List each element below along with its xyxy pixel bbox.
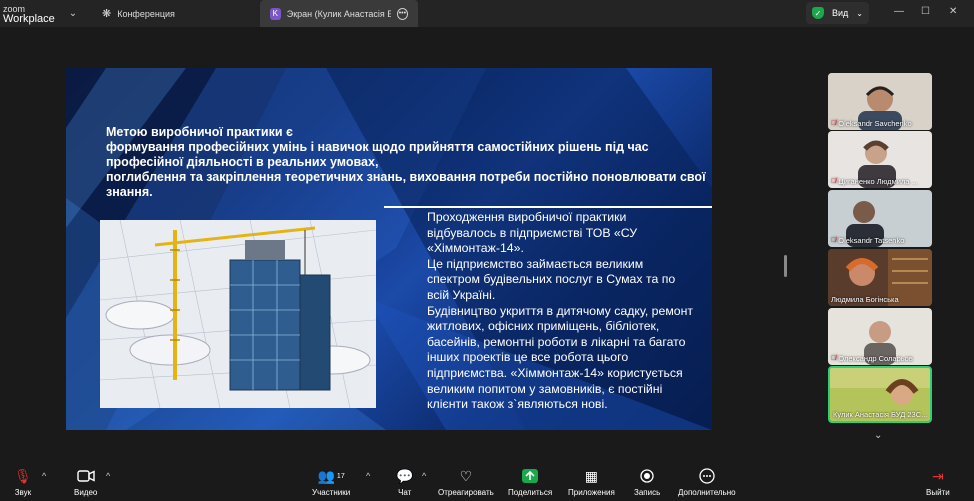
zoom-logo: zoom Workplace [3,3,55,25]
share-screen-icon [522,467,539,485]
participants-options-caret[interactable]: ^ [366,471,370,481]
record-icon [640,467,654,485]
react-button[interactable]: ♡ Отреагировать [438,467,494,498]
mic-muted-icon: 🎙̸ [831,120,837,127]
heart-icon: ♡ [459,467,473,484]
participants-count: 17 [336,472,345,480]
view-button[interactable]: ✓ Вид ⌄ [806,2,869,24]
apps-button[interactable]: ▦ Приложения [568,467,615,498]
slide-body-text: Проходження виробничої практики відбувал… [427,210,694,412]
chevron-down-icon[interactable]: ⌄ [874,430,882,441]
maximize-icon[interactable]: ☐ [921,6,930,17]
participants-icon: 👥 17 [317,467,345,484]
shared-screen: Метою виробничої практики є формування п… [0,27,786,463]
more-button[interactable]: Дополнительно [678,467,736,497]
leave-button[interactable]: ⇥ Выйти [926,467,950,498]
more-icon[interactable]: ••• [396,7,408,20]
tab-screen-share[interactable]: K Экран (Кулик Анастасія БУД 23С ••• [259,0,418,27]
record-button[interactable]: Запись [634,467,660,497]
shield-icon: ✓ [812,7,824,19]
user-initial-badge: K [269,7,281,20]
chevron-down-icon: ⌄ [856,8,863,18]
video-options-caret[interactable]: ^ [106,471,110,481]
audio-options-caret[interactable]: ^ [42,471,46,481]
paw-icon: ❋ [102,8,112,20]
tab-meeting[interactable]: ❋ Конференция [92,0,185,27]
minimize-icon[interactable]: — [894,6,904,17]
chat-options-caret[interactable]: ^ [422,471,426,481]
slide-divider [384,206,712,208]
participants-button[interactable]: 👥 17 Участники [312,467,350,498]
participant-tile[interactable]: 🎙̸ Oleksandr Savchenko [828,73,932,130]
share-screen-button[interactable]: Поделиться [508,467,552,497]
video-camera-icon [76,467,95,485]
meeting-toolbar: 🎙 Звук ^ Видео ^ 👥 17 Участники ^ 💬 Чат ^… [0,463,974,501]
chat-button[interactable]: 💬 Чат [396,467,414,498]
participant-tile-active[interactable]: Кулик Анастасія БУД 23С... [828,366,932,423]
mic-muted-icon: 🎙̸ [831,355,837,362]
participant-tile[interactable]: 🎙̸ Oleksandr Tatsenko [828,190,932,247]
participant-tile[interactable]: Людмила Богінська [828,249,932,306]
participant-tile[interactable]: 🎙̸ Олександр Соларьов [828,308,932,365]
video-button[interactable]: Видео [74,467,97,497]
audio-button[interactable]: 🎙 Звук [14,467,32,498]
construction-image [100,220,376,408]
leave-icon: ⇥ [931,467,944,484]
participant-tile[interactable]: 🎙̸ Циганенко Людмила ... [828,131,932,188]
presentation-slide: Метою виробничої практики є формування п… [66,68,712,430]
slide-title: Метою виробничої практики є формування п… [106,125,706,199]
mic-muted-icon: 🎙̸ [831,178,837,185]
chevron-down-icon[interactable]: ⌄ [62,8,84,19]
chat-icon: 💬 [396,467,414,484]
mic-muted-icon: 🎙̸ [831,237,837,244]
apps-icon: ▦ [584,467,599,484]
more-icon [699,467,715,485]
mic-muted-icon: 🎙 [14,467,32,484]
close-icon[interactable]: ✕ [949,6,957,17]
